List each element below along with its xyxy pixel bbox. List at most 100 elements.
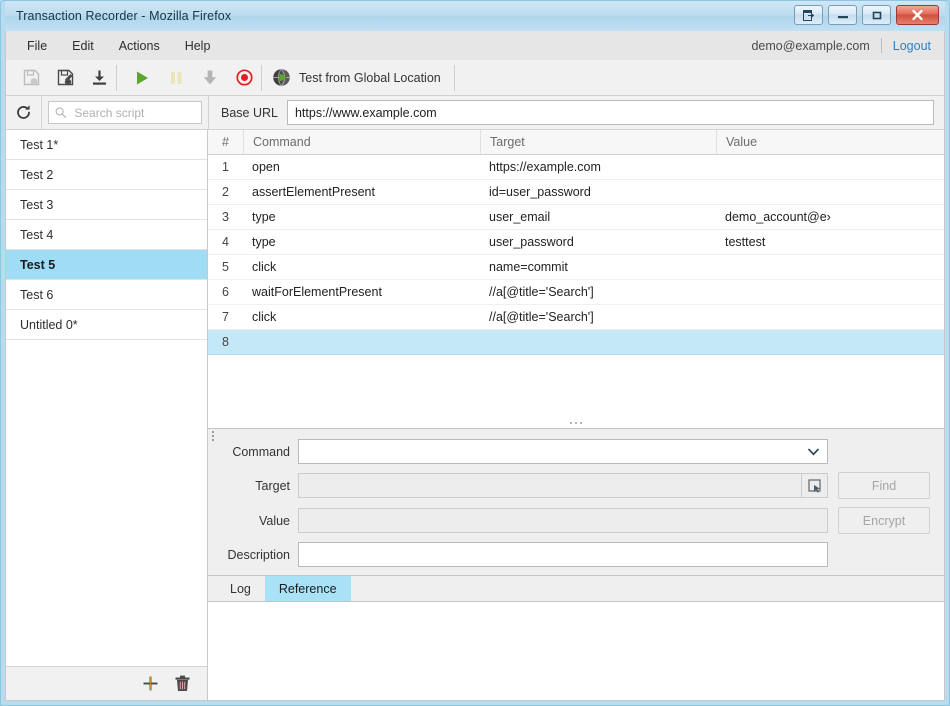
import-button[interactable] [82,60,116,95]
table-row[interactable]: 2assertElementPresentid=user_password [208,180,944,205]
step-button[interactable] [193,60,227,95]
row-number: 8 [208,330,243,354]
column-header-target[interactable]: Target [480,130,716,154]
row-command: waitForElementPresent [243,280,480,304]
search-area [42,96,208,129]
test-list: Test 1* Test 2 Test 3 Test 4 Test 5Test 6 Unt… [6,130,207,666]
row-value: testtest [716,230,944,254]
row-command: type [243,230,480,254]
encrypt-button[interactable]: Encrypt [838,507,930,534]
test-list-item[interactable]: Test 4 [6,220,207,250]
target-label: Target [222,479,298,493]
test-list-item[interactable]: Untitled 0* [6,310,207,340]
value-input[interactable] [298,508,828,533]
table-row[interactable]: 4typeuser_passwordtesttest [208,230,944,255]
row-number: 5 [208,255,243,279]
application-window: Transaction Recorder - Mozilla Firefox [0,0,950,706]
command-select-wrap [298,439,828,464]
form-grip-icon [212,431,214,441]
search-input[interactable] [72,105,195,121]
record-button[interactable] [227,60,261,95]
save-button[interactable] [14,60,48,95]
value-field-row: Value Encrypt [222,507,930,534]
file-button-group [6,60,116,95]
test-from-global-location-button[interactable]: Test from Global Location [262,60,454,95]
test-list-item-label: Test 4 [20,228,53,242]
test-list-item-label: Untitled 0* [20,318,78,332]
target-picker-button[interactable] [802,473,828,498]
row-value [716,155,944,179]
logout-link[interactable]: Logout [893,39,931,53]
test-list-item[interactable]: Test 6 [6,280,207,310]
command-select[interactable] [298,439,828,464]
row-target: //a[@title='Search'] [480,280,716,304]
delete-test-button[interactable] [170,672,194,696]
maximize-window-button[interactable] [862,5,891,25]
play-button[interactable] [125,60,159,95]
table-row[interactable]: 1openhttps://example.com [208,155,944,180]
table-row[interactable]: 7click//a[@title='Search'] [208,305,944,330]
search-and-url-bar: Base URL [6,96,944,130]
command-field-row: Command [222,439,930,464]
playback-button-group [117,60,261,95]
table-row[interactable]: 8 [208,330,944,355]
description-field-row: Description [222,542,930,567]
row-command: type [243,205,480,229]
command-table: # Command Target Value 1openhttps://exam… [208,130,944,383]
row-command: click [243,305,480,329]
close-window-button[interactable] [896,5,939,25]
body-split: Test 1* Test 2 Test 3 Test 4 Test 5Test 6 Unt… [6,130,944,700]
row-number: 1 [208,155,243,179]
column-header-num[interactable]: # [208,130,243,154]
tab-log[interactable]: Log [216,576,265,601]
global-location-label: Test from Global Location [299,71,441,85]
test-list-item-label: Test 1* [20,138,58,152]
column-header-value[interactable]: Value [716,130,944,154]
column-header-command[interactable]: Command [243,130,480,154]
table-row[interactable]: 3typeuser_emaildemo_account@e› [208,205,944,230]
row-command [243,330,480,354]
command-label: Command [222,445,298,459]
test-list-item[interactable]: Test 5 [6,250,207,280]
row-command: click [243,255,480,279]
target-field-row: Target Find [222,472,930,499]
target-input[interactable] [298,473,802,498]
trash-icon [174,675,191,692]
panel-splitter[interactable] [208,416,944,429]
save-as-button[interactable] [48,60,82,95]
pause-button[interactable] [159,60,193,95]
menu-item-edit[interactable]: Edit [61,35,105,57]
command-table-body: 1openhttps://example.com2assertElementPr… [208,155,944,383]
row-number: 2 [208,180,243,204]
refresh-button[interactable] [6,96,42,129]
row-command: assertElementPresent [243,180,480,204]
title-bar: Transaction Recorder - Mozilla Firefox [5,1,945,31]
row-target: https://example.com [480,155,716,179]
base-url-input[interactable] [287,100,934,125]
row-command: open [243,155,480,179]
minimize-window-button[interactable] [828,5,857,25]
find-button[interactable]: Find [838,472,930,499]
tab-reference[interactable]: Reference [265,576,351,601]
test-list-item-label: Test 3 [20,198,53,212]
table-row[interactable]: 6waitForElementPresent//a[@title='Search… [208,280,944,305]
main-toolbar: Test from Global Location [6,60,944,96]
restore-window-button[interactable] [794,5,823,25]
add-test-button[interactable] [138,672,162,696]
menu-item-help[interactable]: Help [174,35,222,57]
menu-item-actions[interactable]: Actions [108,35,171,57]
test-list-item[interactable]: Test 1* [6,130,207,160]
toolbar-divider-3 [454,65,455,91]
menu-item-file[interactable]: File [16,35,58,57]
test-list-footer [6,666,207,700]
save-icon [23,69,40,86]
test-list-item[interactable]: Test 2 [6,160,207,190]
row-value [716,280,944,304]
table-row[interactable]: 5clickname=commit [208,255,944,280]
select-element-icon [808,479,822,493]
base-url-area: Base URL [208,96,944,129]
search-box[interactable] [48,101,202,124]
description-input[interactable] [298,542,828,567]
add-icon [142,675,159,692]
test-list-item[interactable]: Test 3 [6,190,207,220]
